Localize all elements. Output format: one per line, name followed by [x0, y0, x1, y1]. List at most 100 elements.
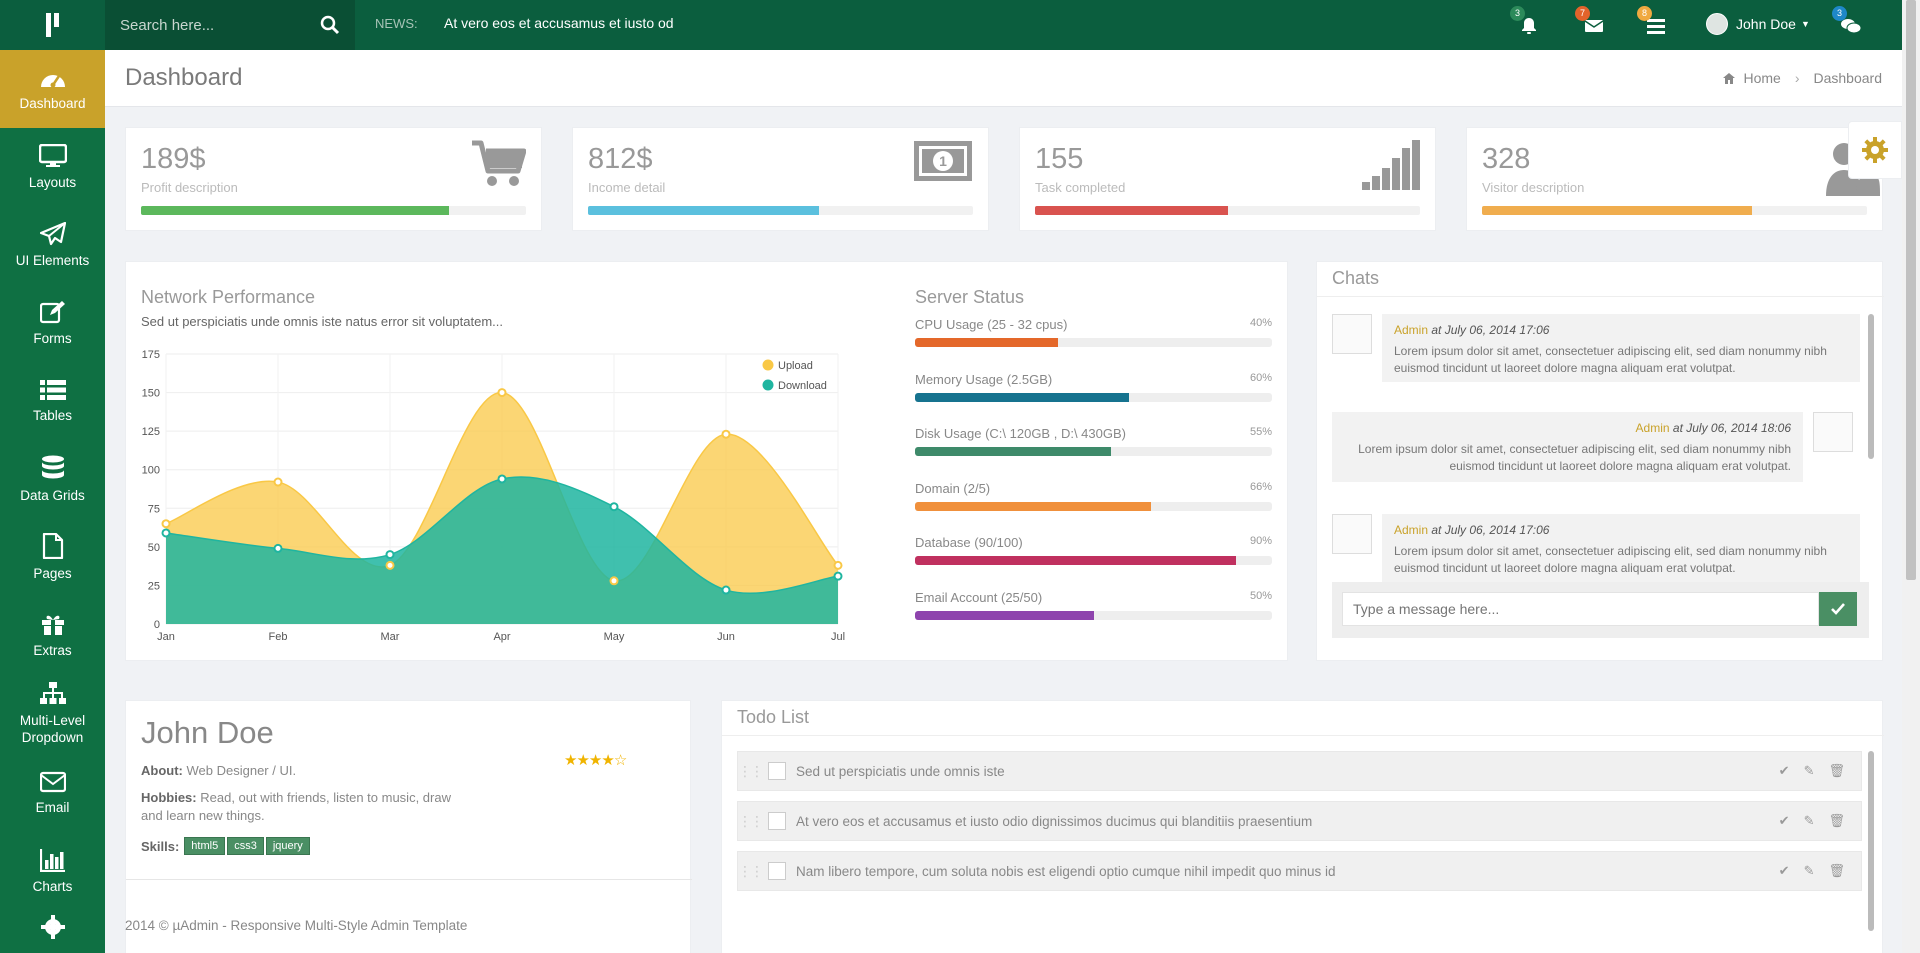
svg-text:1: 1	[939, 153, 947, 169]
chat-send-button[interactable]	[1819, 592, 1857, 626]
scrollbar-thumb[interactable]	[1906, 0, 1916, 580]
sitemap-icon	[39, 682, 66, 704]
theme-settings-button[interactable]	[1848, 121, 1902, 179]
todo-scrollbar[interactable]	[1868, 751, 1874, 931]
sidebar-item-settings[interactable]	[0, 910, 105, 950]
list-icon	[39, 379, 66, 400]
sidebar-item-data-grids[interactable]: Data Grids	[0, 440, 105, 518]
x-tick-label: Jan	[157, 631, 175, 643]
gift-icon	[41, 615, 64, 635]
check-icon	[1831, 603, 1845, 615]
trash-icon[interactable]: 🗑	[1828, 863, 1845, 879]
star-filled-icon[interactable]: ★	[564, 752, 577, 769]
chat-timestamp: at July 06, 2014 18:06	[1672, 421, 1791, 435]
sidebar-item-label: Data Grids	[20, 487, 85, 503]
data-point	[161, 528, 171, 538]
todo-title: Todo List	[737, 707, 810, 727]
chat-author[interactable]: Admin	[1394, 323, 1428, 337]
server-status-bar	[915, 610, 1272, 620]
search-icon[interactable]	[320, 15, 340, 35]
trash-icon[interactable]: 🗑	[1828, 763, 1845, 779]
check-icon[interactable]: ✔	[1779, 863, 1790, 879]
todo-item[interactable]: ⋮⋮ Nam libero tempore, cum soluta nobis …	[737, 851, 1862, 891]
server-status-percent: 50%	[1249, 589, 1272, 602]
search-box	[105, 0, 355, 50]
y-tick-label: 100	[142, 465, 160, 477]
todo-item[interactable]: ⋮⋮ Sed ut perspiciatis unde omnis iste ✔…	[737, 751, 1862, 791]
star-filled-icon[interactable]: ★	[601, 752, 614, 769]
server-status-row: CPU Usage (25 - 32 cpus) 40%	[915, 317, 1272, 347]
drag-handle-icon[interactable]: ⋮⋮	[738, 863, 764, 880]
page-header: Dashboard Home › Dashboard	[105, 50, 1902, 107]
chat-message-input[interactable]	[1342, 592, 1819, 626]
stat-value: 812$	[588, 143, 653, 175]
money-icon: 1	[914, 141, 972, 181]
server-status-fill	[915, 392, 1130, 402]
logo-icon	[45, 13, 59, 37]
sidebar-item-pages[interactable]: Pages	[0, 518, 105, 596]
sidebar-item-forms[interactable]: Forms	[0, 284, 105, 362]
chat-author[interactable]: Admin	[1394, 523, 1428, 537]
y-tick-label: 175	[142, 349, 160, 361]
skills-label: Skills:	[141, 838, 180, 854]
divider	[126, 879, 692, 880]
edit-icon[interactable]: ✎	[1804, 863, 1815, 879]
drag-handle-icon[interactable]: ⋮⋮	[738, 763, 764, 780]
legend-swatch	[761, 358, 775, 372]
check-icon[interactable]: ✔	[1779, 763, 1790, 779]
sidebar-item-label: Layouts	[28, 174, 77, 190]
chat-timestamp: at July 06, 2014 17:06	[1431, 323, 1550, 337]
sidebar-item-dashboard[interactable]: Dashboard	[0, 50, 105, 128]
edit-icon[interactable]: ✎	[1804, 763, 1815, 779]
y-tick-label: 25	[148, 580, 160, 592]
todo-checkbox[interactable]	[768, 812, 786, 830]
drag-handle-icon[interactable]: ⋮⋮	[738, 813, 764, 830]
news-ticker[interactable]: At vero eos et accusamus et iusto od	[444, 15, 674, 31]
breadcrumb-home-link[interactable]: Home	[1743, 70, 1780, 86]
data-point	[721, 429, 731, 439]
server-status-label: Domain (2/5)	[915, 480, 991, 496]
server-status-bar	[915, 447, 1272, 456]
server-status-section: Server Status CPU Usage (25 - 32 cpus) 40…	[915, 287, 1272, 647]
sidebar-item-tables[interactable]: Tables	[0, 362, 105, 440]
server-status-fill	[915, 338, 1058, 347]
notifications-button[interactable]: 3	[1510, 6, 1542, 38]
news-label: NEWS:	[375, 16, 418, 31]
todo-item[interactable]: ⋮⋮ At vero eos et accusamus et iusto odi…	[737, 801, 1862, 841]
chat-toggle-button[interactable]: 3	[1832, 6, 1864, 38]
sidebar-item-multi-level-dropdown[interactable]: Multi-Level Dropdown	[0, 674, 105, 754]
chats-title: Chats	[1332, 268, 1380, 288]
chat-scrollbar[interactable]	[1868, 314, 1874, 459]
x-tick-label: Jun	[717, 631, 735, 643]
sidebar-item-extras[interactable]: Extras	[0, 596, 105, 674]
chat-author[interactable]: Admin	[1636, 421, 1670, 435]
stat-progress-fill	[1482, 206, 1752, 215]
app-logo[interactable]	[0, 0, 105, 50]
about-label: About:	[141, 763, 183, 778]
x-tick-label: Apr	[493, 631, 510, 643]
sidebar-item-charts[interactable]: Charts	[0, 832, 105, 910]
divider	[1317, 296, 1884, 297]
y-tick-label: 150	[142, 388, 160, 400]
caret-down-icon: ▼	[1800, 19, 1810, 29]
star-empty-icon[interactable]: ☆	[614, 752, 627, 769]
star-filled-icon[interactable]: ★	[589, 752, 602, 769]
sidebar-item-layouts[interactable]: Layouts	[0, 128, 105, 206]
user-menu[interactable]: John Doe ▼	[1706, 13, 1810, 35]
stat-value: 189$	[141, 143, 206, 175]
trash-icon[interactable]: 🗑	[1828, 813, 1845, 829]
home-icon	[1723, 72, 1736, 84]
x-tick-label: May	[604, 631, 625, 643]
check-icon[interactable]: ✔	[1779, 813, 1790, 829]
todo-checkbox[interactable]	[768, 762, 786, 780]
todo-checkbox[interactable]	[768, 862, 786, 880]
signal-icon	[1362, 140, 1420, 190]
sidebar-item-email[interactable]: Email	[0, 754, 105, 832]
sidebar-item-ui-elements[interactable]: UI Elements	[0, 206, 105, 284]
messages-button[interactable]: 7	[1575, 6, 1607, 38]
search-input[interactable]	[120, 16, 320, 34]
page-scrollbar[interactable]	[1902, 0, 1920, 953]
edit-icon[interactable]: ✎	[1804, 813, 1815, 829]
tasks-button[interactable]: 8	[1637, 6, 1669, 38]
star-filled-icon[interactable]: ★	[576, 752, 589, 769]
